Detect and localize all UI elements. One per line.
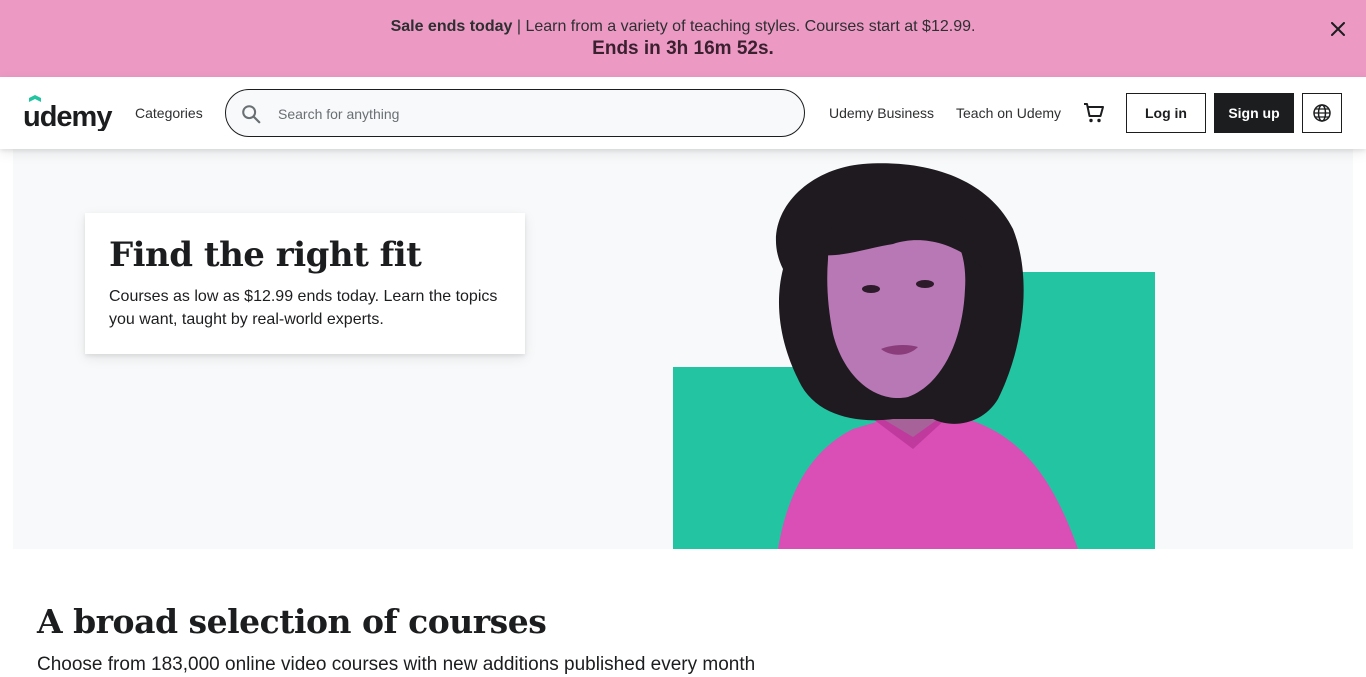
categories-menu[interactable]: Categories: [135, 103, 203, 123]
search-icon[interactable]: [240, 103, 262, 125]
site-header: udemy Categories Udemy Business Teach on…: [0, 77, 1366, 149]
banner-countdown: Ends in 3h 16m 52s.: [592, 38, 774, 59]
svg-text:udemy: udemy: [23, 101, 112, 131]
section-title: A broad selection of courses: [37, 602, 547, 641]
banner-bold: Sale ends today: [390, 18, 513, 35]
teach-on-udemy-link[interactable]: Teach on Udemy: [956, 103, 1061, 123]
hero-title: Find the right fit: [109, 235, 422, 275]
close-banner-button[interactable]: [1328, 19, 1348, 39]
signup-button[interactable]: Sign up: [1214, 93, 1294, 133]
banner-text: | Learn from a variety of teaching style…: [512, 18, 976, 35]
globe-icon: [1313, 104, 1331, 122]
hero-card: Find the right fit Courses as low as $12…: [85, 213, 525, 354]
cart-icon[interactable]: [1082, 101, 1106, 125]
search-input[interactable]: [278, 102, 778, 126]
banner-message: Sale ends today | Learn from a variety o…: [0, 17, 1366, 37]
language-button[interactable]: [1302, 93, 1342, 133]
promo-banner: Sale ends today | Learn from a variety o…: [0, 0, 1366, 77]
udemy-logo[interactable]: udemy: [23, 95, 115, 131]
hero-text: Courses as low as $12.99 ends today. Lea…: [109, 288, 498, 328]
hero-section: Find the right fit Courses as low as $12…: [13, 149, 1353, 549]
login-button[interactable]: Log in: [1126, 93, 1206, 133]
section-subtitle: Choose from 183,000 online video courses…: [37, 654, 756, 675]
search-bar[interactable]: [225, 89, 805, 137]
udemy-business-link[interactable]: Udemy Business: [829, 103, 934, 123]
close-icon: [1331, 22, 1345, 36]
